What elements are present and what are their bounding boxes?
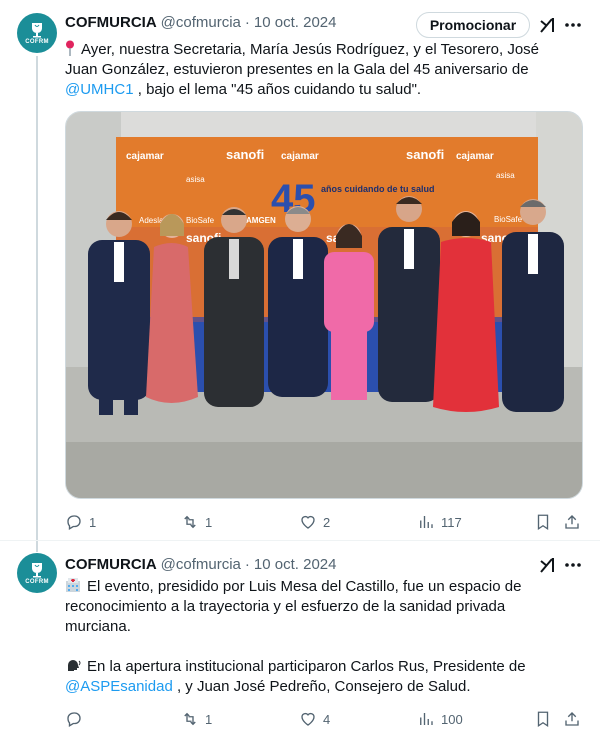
round-pushpin-icon <box>66 40 74 56</box>
backdrop-logo: BioSafe <box>494 215 523 224</box>
views-chart-icon <box>420 516 433 528</box>
separator-dot: · <box>244 555 250 573</box>
views-button[interactable]: 117 <box>417 512 462 532</box>
grok-icon[interactable] <box>538 555 558 575</box>
mention-link[interactable]: @UMHC1 <box>65 81 134 98</box>
avatar[interactable]: COFRM <box>17 13 57 53</box>
tweet[interactable]: COFRM COFMURCIA @cofmurcia · 10 oct. 202… <box>0 540 600 743</box>
repost-button[interactable]: 1 <box>181 709 212 729</box>
backdrop-logo: AMGEN <box>246 216 276 225</box>
repost-count: 1 <box>205 514 213 530</box>
repost-button[interactable]: 1 <box>181 512 212 532</box>
tweet-date[interactable]: 10 oct. 2024 <box>254 14 337 31</box>
paragraph-1-text: El evento, presidido por Luis Mesa del C… <box>65 578 522 635</box>
backdrop-logo: sanofi <box>406 147 444 162</box>
avatar-label: COFRM <box>25 578 49 585</box>
repost-icon <box>184 712 196 726</box>
author-name[interactable]: COFMURCIA <box>65 556 157 573</box>
tweet-header: COFMURCIA @cofmurcia · 10 oct. 2024 <box>65 554 336 574</box>
paragraph-2-text-part2: , y Juan José Pedreño, Consejero de Salu… <box>172 678 471 695</box>
reply-button[interactable]: 1 <box>65 512 96 532</box>
like-button[interactable]: 2 <box>299 512 330 532</box>
view-count: 100 <box>441 711 463 727</box>
tweet-actions: 1 1 2 117 <box>65 512 585 532</box>
views-button[interactable]: 100 <box>417 709 463 729</box>
share-icon <box>565 515 579 529</box>
tweet-date[interactable]: 10 oct. 2024 <box>254 556 337 573</box>
view-count: 117 <box>441 514 462 530</box>
repost-icon <box>184 515 196 529</box>
anniversary-slogan: años cuidando de tu salud <box>321 184 435 194</box>
tweet[interactable]: COFRM COFMURCIA @cofmurcia · 10 oct. 202… <box>0 0 600 540</box>
share-button[interactable] <box>563 512 581 532</box>
person-1 <box>88 211 150 415</box>
pharmacy-cup-icon <box>32 22 42 37</box>
separator-dot: · <box>244 13 250 31</box>
share-icon <box>565 712 579 726</box>
like-button[interactable]: 4 <box>299 709 330 729</box>
backdrop-logo: cajamar <box>456 151 494 162</box>
backdrop-logo: cajamar <box>126 151 164 162</box>
bookmark-icon <box>537 514 549 531</box>
backdrop-logo: cajamar <box>281 151 319 162</box>
bookmark-button[interactable] <box>534 709 552 729</box>
mention-link[interactable]: @ASPEsanidad <box>65 678 173 695</box>
tweet-text-paragraph-2: En la apertura institucional participaro… <box>65 657 575 697</box>
share-button[interactable] <box>563 709 581 729</box>
author-handle[interactable]: @cofmurcia <box>161 556 241 573</box>
repost-count: 1 <box>205 711 213 727</box>
promote-button[interactable]: Promocionar <box>416 12 530 38</box>
more-options-icon[interactable] <box>563 555 583 575</box>
paragraph-2-text-part1: En la apertura institucional participaro… <box>87 658 526 675</box>
reply-icon <box>67 515 81 530</box>
author-name[interactable]: COFMURCIA <box>65 14 157 31</box>
avatar[interactable]: COFRM <box>17 553 57 593</box>
reply-button[interactable] <box>65 709 89 729</box>
author-handle[interactable]: @cofmurcia <box>161 14 241 31</box>
tweet-text-part1: Ayer, nuestra Secretaria, María Jesús Ro… <box>65 41 539 78</box>
backdrop-logo: BioSafe <box>186 216 215 225</box>
heart-icon <box>301 712 315 726</box>
bookmark-button[interactable] <box>534 512 552 532</box>
gala-group-photo: cajamar sanofi cajamar sanofi cajamar as… <box>66 112 582 498</box>
reply-count: 1 <box>89 514 97 530</box>
grok-icon[interactable] <box>538 15 558 35</box>
avatar-label: COFRM <box>25 38 49 45</box>
like-count: 4 <box>323 711 331 727</box>
more-options-icon[interactable] <box>563 15 583 35</box>
heart-icon <box>301 515 315 529</box>
tweet-text: Ayer, nuestra Secretaria, María Jesús Ro… <box>65 40 575 100</box>
views-chart-icon <box>420 713 433 725</box>
tweet-text-part2: , bajo el lema "45 años cuidando tu salu… <box>133 81 422 98</box>
speaking-head-icon <box>68 660 81 671</box>
tweet-text-paragraph-1: El evento, presidido por Luis Mesa del C… <box>65 577 575 637</box>
bookmark-icon <box>537 711 549 728</box>
backdrop-logo: sanofi <box>226 147 264 162</box>
tweet-photo[interactable]: cajamar sanofi cajamar sanofi cajamar as… <box>65 111 583 499</box>
tweet-actions: 1 4 100 <box>65 709 585 729</box>
hospital-icon <box>66 578 80 592</box>
backdrop-logo: asisa <box>186 175 205 184</box>
tweet-header: COFMURCIA @cofmurcia · 10 oct. 2024 <box>65 12 336 32</box>
pharmacy-cup-icon <box>32 562 42 577</box>
reply-icon <box>67 712 81 727</box>
backdrop-logo: asisa <box>496 171 515 180</box>
like-count: 2 <box>323 514 331 530</box>
